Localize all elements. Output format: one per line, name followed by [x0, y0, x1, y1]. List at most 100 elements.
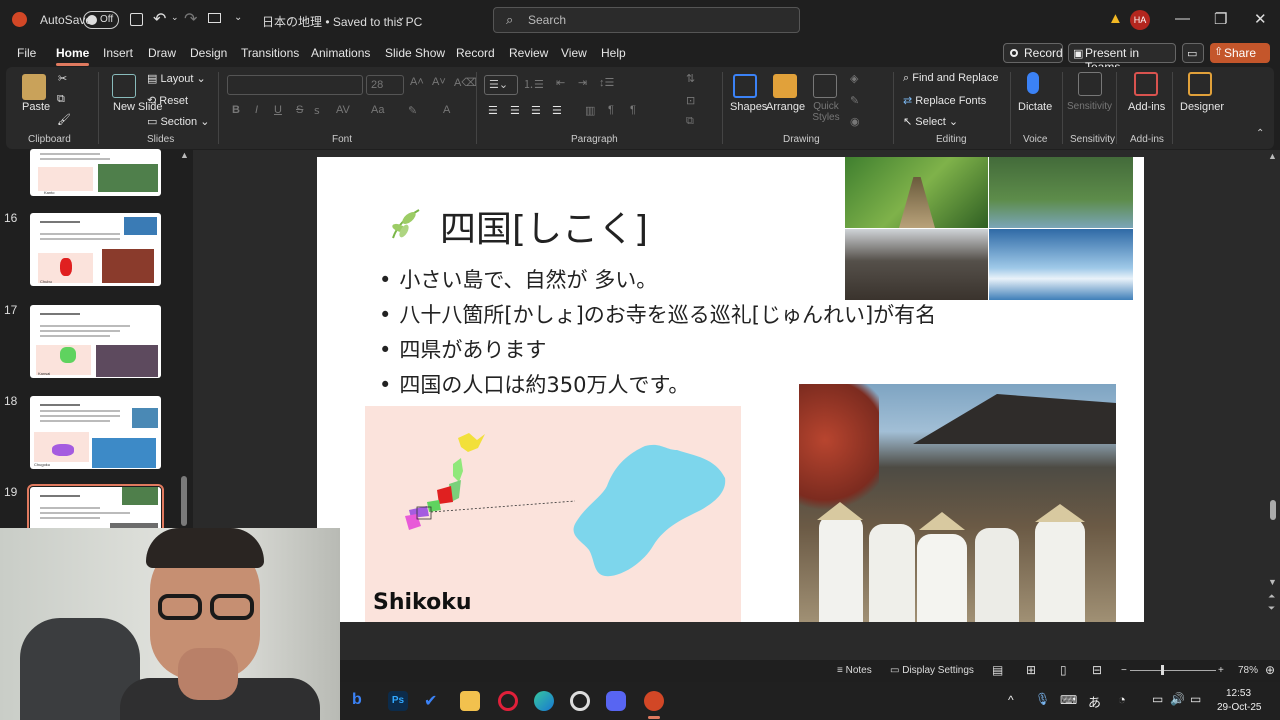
shape-effects-icon[interactable]: ◉ — [850, 115, 860, 128]
sensitivity-button-label[interactable]: Sensitivity — [1067, 101, 1112, 112]
text-direction-dropdown-icon[interactable]: ⇅ — [686, 72, 695, 85]
minimize-icon[interactable]: — — [1175, 10, 1190, 27]
bullets-button[interactable]: ☰⌄ — [484, 75, 518, 95]
search-box[interactable]: ⌕ Search — [493, 7, 800, 33]
japan-map[interactable]: Shikoku — [365, 406, 741, 622]
bold-button[interactable]: B — [232, 104, 240, 116]
arrange-button-label[interactable]: Arrange — [766, 101, 805, 113]
arrange-icon[interactable] — [773, 74, 797, 98]
record-button[interactable]: Record — [1003, 43, 1063, 63]
underline-button[interactable]: U — [274, 104, 282, 116]
menu-home[interactable]: Home — [56, 46, 90, 66]
menu-slideshow[interactable]: Slide Show — [385, 46, 445, 60]
slide-thumbnail[interactable]: Chubu — [30, 213, 161, 286]
shape-outline-icon[interactable]: ✎ — [850, 94, 859, 107]
increase-indent-icon[interactable]: ⇥ — [578, 76, 587, 89]
edge-icon[interactable] — [534, 691, 554, 711]
dictate-button-label[interactable]: Dictate — [1018, 101, 1052, 113]
clock-date[interactable]: 29-Oct-25 — [1217, 702, 1261, 713]
zoom-in-icon[interactable]: + — [1218, 665, 1224, 676]
canvas-scrollbar[interactable] — [1270, 500, 1276, 520]
zoom-out-icon[interactable]: − — [1121, 665, 1127, 676]
photoshop-icon[interactable]: Ps — [388, 691, 408, 711]
customize-toolbar-icon[interactable]: ⌄ — [234, 12, 242, 23]
align-left-icon[interactable]: ☰ — [488, 104, 498, 117]
reset-button[interactable]: ⟲ Reset — [147, 94, 188, 107]
decrease-indent-icon[interactable]: ⇤ — [556, 76, 565, 89]
photo-collage[interactable] — [845, 157, 1133, 300]
undo-dropdown-icon[interactable]: ⌄ — [171, 12, 179, 23]
menu-design[interactable]: Design — [190, 46, 227, 60]
font-color-icon[interactable]: A — [443, 104, 450, 116]
warning-icon[interactable]: ▲ — [1108, 10, 1123, 27]
reading-view-icon[interactable]: ▯ — [1060, 663, 1067, 677]
slide-thumbnail[interactable]: Kansai — [30, 305, 161, 378]
slideshow-view-icon[interactable]: ⊟ — [1092, 663, 1102, 677]
notes-button[interactable]: ≡ Notes — [837, 665, 872, 676]
menu-draw[interactable]: Draw — [148, 46, 176, 60]
slide[interactable]: 四国[しこく] • 小さい島で、自然が 多い。 • 八十八箇所[かしょ]のお寺を巡る… — [317, 157, 1144, 622]
char-spacing-button[interactable]: AV — [336, 104, 350, 116]
todo-icon[interactable]: ✔ — [424, 691, 444, 711]
title-chevron-icon[interactable]: ⌄ — [397, 12, 405, 23]
menu-review[interactable]: Review — [509, 46, 548, 60]
replace-fonts-button[interactable]: ⇄ Replace Fonts — [903, 94, 986, 107]
shapes-button-label[interactable]: Shapes — [730, 101, 767, 113]
redo-icon[interactable]: ↷ — [184, 9, 197, 29]
volume-icon[interactable]: 🔊 — [1170, 692, 1185, 706]
bullet-item[interactable]: • 八十八箇所[かしょ]のお寺を巡る巡礼[じゅんれい]が有名 — [379, 299, 936, 329]
file-explorer-icon[interactable] — [460, 691, 480, 711]
scroll-up-icon[interactable]: ▲ — [180, 150, 189, 160]
thumbnail-scrollbar[interactable] — [181, 476, 187, 526]
align-right-icon[interactable]: ☰ — [531, 104, 541, 117]
align-center-icon[interactable]: ☰ — [510, 104, 520, 117]
increase-font-icon[interactable]: A˄ — [410, 76, 424, 88]
change-case-button[interactable]: Aa — [371, 104, 384, 116]
undo-icon[interactable]: ↶ — [153, 9, 166, 29]
pilgrims-photo[interactable] — [799, 384, 1116, 622]
display-settings-button[interactable]: ▭ Display Settings — [890, 665, 974, 676]
designer-button-label[interactable]: Designer — [1180, 101, 1224, 113]
microphone-icon[interactable] — [1027, 72, 1039, 94]
microphone-tray-icon[interactable]: 🎙 — [1035, 692, 1050, 706]
user-avatar[interactable]: HA — [1130, 10, 1150, 30]
slide-thumbnail[interactable]: Chugoku — [30, 396, 161, 469]
select-button[interactable]: ↖ Select ⌄ — [903, 115, 958, 128]
decrease-font-icon[interactable]: A˅ — [432, 76, 446, 88]
menu-file[interactable]: File — [17, 46, 36, 60]
menu-animations[interactable]: Animations — [311, 46, 370, 60]
autosave-toggle[interactable]: Off — [83, 11, 119, 29]
scroll-down-icon[interactable]: ▼ — [1268, 577, 1277, 587]
zoom-slider[interactable] — [1130, 670, 1216, 671]
slide-thumbnail[interactable]: Kanto — [30, 149, 161, 196]
scroll-up-icon[interactable]: ▲ — [1268, 151, 1277, 161]
italic-button[interactable]: I — [255, 104, 258, 116]
fit-to-window-icon[interactable]: ⊕ — [1265, 663, 1275, 677]
cut-icon[interactable]: ✂ — [58, 72, 67, 85]
font-name-box[interactable] — [227, 75, 363, 95]
align-text-icon[interactable]: ⊡ — [686, 94, 695, 107]
previous-slide-icon[interactable]: ⏶ — [1268, 591, 1275, 602]
menu-insert[interactable]: Insert — [103, 46, 133, 60]
ime-mode-icon[interactable]: ◔ — [1118, 692, 1126, 707]
menu-help[interactable]: Help — [601, 46, 626, 60]
layout-button[interactable]: ▤ Layout ⌄ — [147, 72, 206, 85]
menu-transitions[interactable]: Transitions — [241, 46, 299, 60]
shapes-icon[interactable] — [733, 74, 757, 98]
opera-icon[interactable] — [498, 691, 518, 711]
font-size-box[interactable]: 28 — [366, 75, 404, 95]
smartart-icon[interactable]: ⧉ — [686, 115, 694, 128]
powerpoint-taskbar-icon[interactable] — [644, 691, 664, 711]
columns-icon[interactable]: ▥ — [585, 104, 595, 117]
addins-button-label[interactable]: Add-ins — [1128, 101, 1165, 113]
paste-icon[interactable] — [22, 74, 46, 100]
share-button[interactable]: ⇧ Share — [1210, 43, 1270, 63]
battery-icon[interactable]: ▭ — [1190, 692, 1201, 706]
sensitivity-icon[interactable] — [1078, 72, 1102, 96]
slide-sorter-icon[interactable]: ⊞ — [1026, 663, 1036, 677]
menu-view[interactable]: View — [561, 46, 587, 60]
format-painter-icon[interactable]: 🖌 — [57, 113, 71, 126]
zoom-slider-thumb[interactable] — [1161, 665, 1164, 675]
maximize-icon[interactable]: ❐ — [1214, 10, 1227, 28]
next-slide-icon[interactable]: ⏷ — [1268, 603, 1275, 614]
